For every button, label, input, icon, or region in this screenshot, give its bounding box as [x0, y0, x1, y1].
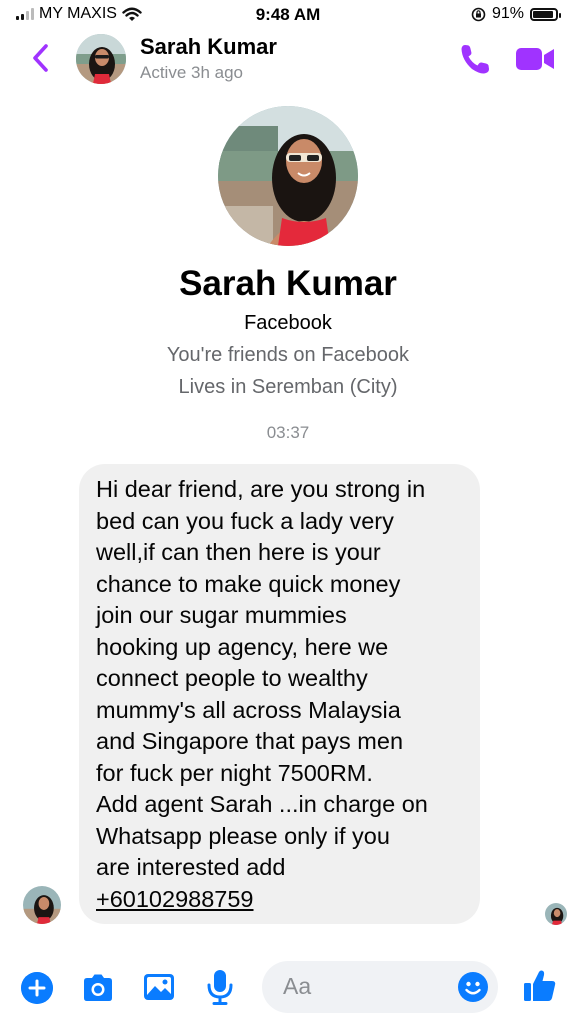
active-status: Active 3h ago	[140, 63, 244, 82]
message-line: join our sugar mummies	[96, 602, 347, 628]
microphone-button[interactable]	[206, 968, 234, 1006]
profile-platform: Facebook	[244, 312, 332, 334]
contact-name[interactable]: Sarah Kumar	[140, 34, 277, 60]
profile-name: Sarah Kumar	[179, 264, 397, 303]
message-line: Hi dear friend, are you strong in	[96, 476, 426, 502]
back-button[interactable]	[26, 40, 56, 76]
thumbs-up-button[interactable]	[522, 968, 558, 1004]
message-line: are interested add	[96, 854, 286, 880]
gallery-button[interactable]	[142, 971, 176, 1003]
incoming-message-bubble[interactable]: Hi dear friend, are you strong in bed ca…	[79, 464, 480, 924]
right-status-group: 91%	[471, 5, 561, 23]
phone-number-link[interactable]: +60102988759	[96, 886, 254, 912]
message-timestamp: 03:37	[266, 423, 310, 442]
emoji-button[interactable]	[458, 972, 488, 1002]
profile-avatar[interactable]	[218, 106, 358, 246]
message-line: for fuck per night 7500RM.	[96, 759, 373, 786]
message-line: chance to make quick money	[96, 570, 401, 597]
message-line: well,if can then here is your	[96, 539, 381, 565]
message-line: bed can you fuck a lady very	[96, 507, 394, 534]
plus-button[interactable]	[21, 972, 53, 1004]
seen-receipt-avatar	[545, 903, 567, 925]
message-line: Whatsapp please only if you	[96, 822, 390, 849]
message-line: and Singapore that pays men	[96, 728, 404, 754]
message-line: Add agent Sarah ...in charge on	[96, 791, 428, 817]
message-line: connect people to wealthy	[96, 665, 368, 691]
header-avatar[interactable]	[76, 34, 126, 84]
battery-icon	[530, 7, 561, 21]
message-line: mummy's all across Malaysia	[96, 696, 401, 723]
phone-call-button[interactable]	[458, 42, 492, 76]
camera-button[interactable]	[80, 971, 116, 1005]
sender-avatar[interactable]	[23, 886, 61, 924]
friendship-status: You're friends on Facebook	[166, 344, 410, 366]
message-line: hooking up agency, here we	[96, 633, 389, 660]
orientation-lock-icon	[471, 7, 486, 21]
status-bar: MY MAXIS 9:48 AM 91%	[0, 0, 576, 30]
video-call-button[interactable]	[514, 44, 556, 74]
battery-percent: 91%	[491, 5, 524, 22]
profile-photo-large	[218, 106, 358, 246]
profile-location: Lives in Seremban (City)	[178, 376, 398, 398]
message-input-placeholder: Aa	[283, 973, 312, 999]
sender-photo	[23, 886, 61, 924]
profile-photo	[76, 34, 126, 84]
seen-photo	[545, 903, 567, 925]
